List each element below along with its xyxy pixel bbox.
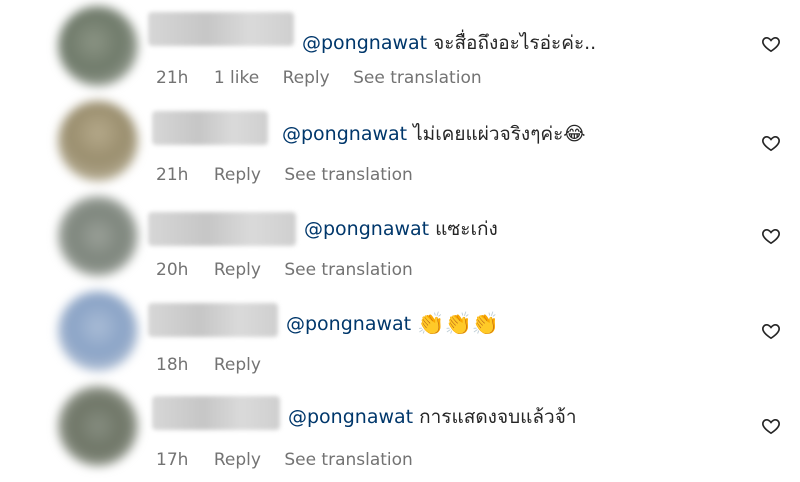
avatar[interactable] [58, 291, 138, 371]
like-count[interactable]: 1 like [214, 68, 259, 88]
comment-time: 21h [156, 165, 189, 185]
comment-meta: 17h Reply See translation [156, 450, 431, 470]
username-blurred[interactable] [148, 303, 278, 337]
heart-outline-icon[interactable] [761, 34, 781, 54]
comment-meta: 21h Reply See translation [156, 165, 431, 185]
heart-outline-icon[interactable] [761, 133, 781, 153]
comment-text: ไม่เคยแผ่วจริงๆค่ะ😂 [413, 123, 586, 145]
heart-outline-icon[interactable] [761, 321, 781, 341]
heart-outline-icon[interactable] [761, 416, 781, 436]
avatar[interactable] [58, 386, 138, 466]
username-blurred[interactable] [152, 111, 268, 145]
comment-time: 21h [156, 68, 189, 88]
comment-meta: 20h Reply See translation [156, 260, 431, 280]
see-translation-button[interactable]: See translation [284, 260, 413, 280]
comment-item: @pongnawat 👏👏👏 18h Reply [0, 285, 800, 379]
comment-body: @pongnawat การแสดงจบแล้วจ้า [288, 400, 577, 434]
see-translation-button[interactable]: See translation [353, 68, 482, 88]
comment-item: @pongnawat จะสื่อถึงอะไรอ่ะค่ะ.. 21h 1 li… [0, 0, 800, 94]
avatar[interactable] [58, 6, 138, 86]
comment-time: 18h [156, 355, 189, 375]
reply-button[interactable]: Reply [214, 165, 261, 185]
comment-body: @pongnawat ไม่เคยแผ่วจริงๆค่ะ😂 [282, 117, 586, 151]
mention-link[interactable]: @pongnawat [288, 406, 413, 428]
avatar[interactable] [58, 196, 138, 276]
mention-link[interactable]: @pongnawat [302, 32, 427, 54]
reply-button[interactable]: Reply [214, 450, 261, 470]
username-blurred[interactable] [148, 212, 296, 246]
comment-body: @pongnawat แซะเก่ง [304, 212, 498, 246]
reply-button[interactable]: Reply [214, 260, 261, 280]
avatar[interactable] [58, 101, 138, 181]
comment-text: แซะเก่ง [435, 218, 498, 240]
comment-body: @pongnawat 👏👏👏 [286, 307, 499, 341]
reply-button[interactable]: Reply [283, 68, 330, 88]
see-translation-button[interactable]: See translation [284, 450, 413, 470]
mention-link[interactable]: @pongnawat [282, 123, 407, 145]
see-translation-button[interactable]: See translation [284, 165, 413, 185]
username-blurred[interactable] [152, 396, 280, 430]
comment-body: @pongnawat จะสื่อถึงอะไรอ่ะค่ะ.. [302, 26, 596, 60]
comment-text: 👏👏👏 [417, 311, 500, 337]
mention-link[interactable]: @pongnawat [286, 313, 411, 335]
comment-meta: 18h Reply [156, 355, 279, 375]
reply-button[interactable]: Reply [214, 355, 261, 375]
comment-item: @pongnawat การแสดงจบแล้วจ้า 17h Reply See… [0, 380, 800, 474]
mention-link[interactable]: @pongnawat [304, 218, 429, 240]
comment-item: @pongnawat แซะเก่ง 20h Reply See translat… [0, 190, 800, 284]
comment-item: @pongnawat ไม่เคยแผ่วจริงๆค่ะ😂 21h Reply … [0, 95, 800, 189]
comment-time: 20h [156, 260, 189, 280]
comment-text: จะสื่อถึงอะไรอ่ะค่ะ.. [433, 32, 597, 54]
heart-outline-icon[interactable] [761, 226, 781, 246]
comment-text: การแสดงจบแล้วจ้า [419, 406, 577, 428]
comment-time: 17h [156, 450, 189, 470]
username-blurred[interactable] [148, 12, 294, 46]
comment-meta: 21h 1 like Reply See translation [156, 68, 500, 88]
